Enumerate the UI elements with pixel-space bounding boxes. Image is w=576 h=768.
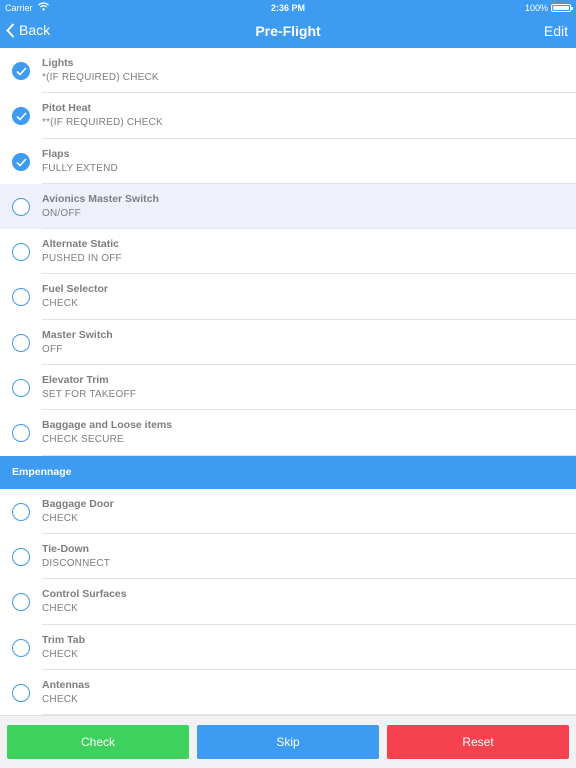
status-bar: Carrier 2:36 PM 100%	[0, 0, 576, 16]
checklist-row[interactable]: Master Switch OFF	[0, 319, 576, 366]
unchecked-circle-icon[interactable]	[12, 333, 30, 352]
item-title: Master Switch	[42, 328, 113, 341]
checklist-row[interactable]: Baggage and Loose items CHECK SECURE	[0, 410, 576, 456]
checked-circle-icon[interactable]	[12, 152, 30, 171]
back-button[interactable]: Back	[6, 22, 50, 38]
checked-circle-icon[interactable]	[12, 62, 30, 80]
checklist-row[interactable]: Lights *(IF REQUIRED) CHECK	[0, 48, 576, 94]
item-action: PUSHED IN OFF	[42, 253, 122, 265]
unchecked-circle-icon[interactable]	[12, 683, 30, 702]
section-header-empennage: Empennage	[0, 455, 576, 489]
checklist-row[interactable]: Avionics Master Switch ON/OFF	[0, 183, 576, 230]
item-action: CHECK	[42, 693, 79, 705]
checklist-row[interactable]: Alternate Static PUSHED IN OFF	[0, 229, 576, 275]
checklist-row[interactable]: Elevator Trim SET FOR TAKEOFF	[0, 365, 576, 411]
checkmark-icon	[16, 158, 27, 167]
item-title: Alternate Static	[42, 238, 120, 251]
item-title: Baggage and Loose items	[42, 419, 173, 432]
item-action: CHECK	[42, 512, 79, 524]
item-action: CHECK	[42, 603, 79, 615]
unchecked-circle-icon[interactable]	[12, 288, 30, 307]
check-button[interactable]: Check	[7, 725, 189, 759]
navigation-bar: Back Pre-Flight Edit	[0, 16, 576, 48]
checked-circle-icon[interactable]	[12, 107, 30, 126]
item-action: CHECK	[42, 648, 79, 660]
checklist-row[interactable]: Baggage Door CHECK	[0, 488, 576, 534]
item-title: Lights	[42, 57, 74, 69]
chevron-left-icon	[6, 22, 15, 38]
item-action: OFF	[42, 343, 63, 355]
edit-button[interactable]: Edit	[544, 23, 568, 39]
checklist-row[interactable]: Fuel Selector CHECK	[0, 274, 576, 320]
unchecked-circle-icon[interactable]	[12, 547, 30, 566]
checklist-row[interactable]: Pitot Heat **(IF REQUIRED) CHECK	[0, 93, 576, 139]
item-action: CHECK	[42, 298, 79, 310]
unchecked-circle-icon[interactable]	[12, 424, 30, 443]
checklist-row[interactable]: Control Surfaces CHECK	[0, 579, 576, 625]
item-action: SET FOR TAKEOFF	[42, 389, 137, 401]
item-title: Avionics Master Switch	[42, 192, 159, 205]
battery-percent: 100%	[524, 3, 548, 13]
item-action: *(IF REQUIRED) CHECK	[42, 72, 159, 83]
section-items: Baggage Door CHECK Tie-Down DISCONNECT Contr…	[0, 488, 576, 715]
unchecked-circle-icon[interactable]	[12, 638, 30, 657]
item-action: ON/OFF	[42, 207, 81, 219]
item-action: DISCONNECT	[42, 557, 111, 569]
item-title: Tie-Down	[42, 542, 90, 555]
unchecked-circle-icon[interactable]	[12, 379, 30, 398]
unchecked-circle-icon[interactable]	[12, 593, 30, 612]
item-title: Antennas	[42, 678, 90, 691]
unchecked-circle-icon[interactable]	[12, 243, 30, 262]
unchecked-circle-icon[interactable]	[12, 197, 30, 216]
checklist-row[interactable]: Flaps FULLY EXTEND	[0, 138, 576, 184]
status-time: 2:36 PM	[270, 3, 305, 13]
reset-button[interactable]: Reset	[387, 725, 569, 759]
item-title: Flaps	[42, 147, 70, 160]
checklist-row[interactable]: Tie-Down DISCONNECT	[0, 533, 576, 580]
item-action: **(IF REQUIRED) CHECK	[42, 117, 163, 129]
back-label: Back	[19, 22, 51, 38]
battery-icon	[551, 4, 573, 12]
item-action: FULLY EXTEND	[42, 162, 118, 174]
checklist-items: Lights *(IF REQUIRED) CHECK Pitot Heat **(I…	[0, 48, 576, 456]
checklist: Lights *(IF REQUIRED) CHECK Pitot Heat **(I…	[0, 48, 576, 715]
checkmark-icon	[16, 112, 27, 121]
item-title: Elevator Trim	[42, 374, 109, 387]
item-title: Pitot Heat	[42, 102, 92, 115]
action-bar: Check Skip Reset	[0, 715, 576, 768]
page-title: Pre-Flight	[255, 23, 321, 39]
skip-button[interactable]: Skip	[197, 725, 379, 759]
checklist-row[interactable]: Antennas CHECK	[0, 669, 576, 715]
unchecked-circle-icon[interactable]	[12, 502, 30, 521]
checklist-row[interactable]: Trim Tab CHECK	[0, 624, 576, 670]
item-title: Control Surfaces	[42, 588, 127, 601]
item-title: Fuel Selector	[42, 283, 108, 296]
row-divider	[42, 454, 576, 456]
item-title: Trim Tab	[42, 633, 85, 646]
checkmark-icon	[16, 67, 27, 76]
item-title: Baggage Door	[42, 497, 114, 510]
item-action: CHECK SECURE	[42, 434, 124, 446]
